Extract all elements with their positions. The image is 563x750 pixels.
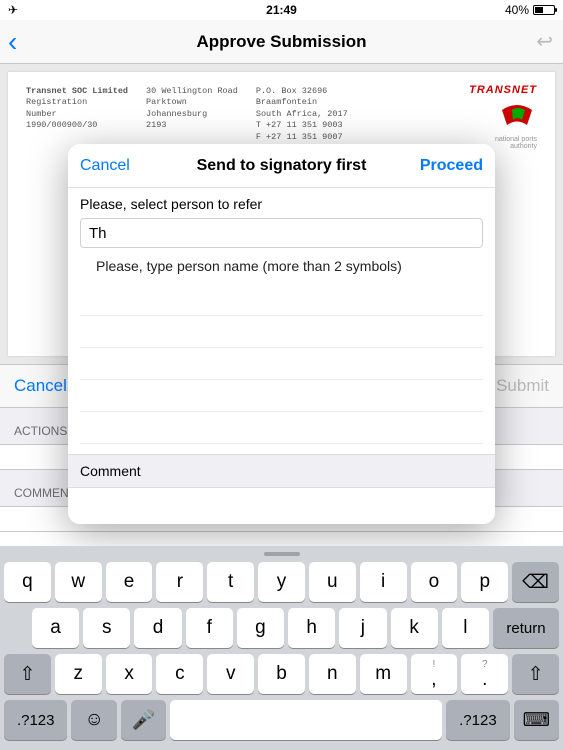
list-item <box>80 380 483 412</box>
key-o[interactable]: o <box>411 562 458 602</box>
key-r[interactable]: r <box>156 562 203 602</box>
person-search-input[interactable] <box>80 218 483 248</box>
key-x[interactable]: x <box>106 654 153 694</box>
key-y[interactable]: y <box>258 562 305 602</box>
modal-cancel-button[interactable]: Cancel <box>80 157 130 175</box>
key-mic[interactable]: 🎤 <box>121 700 166 740</box>
under-submit-button: Submit <box>496 376 549 396</box>
doc-company: Transnet SOC Limited <box>26 86 128 97</box>
keyboard-handle[interactable] <box>264 552 300 556</box>
key-w[interactable]: w <box>55 562 102 602</box>
back-button[interactable]: ‹ <box>8 28 17 56</box>
key-p[interactable]: p <box>461 562 508 602</box>
key-g[interactable]: g <box>237 608 284 648</box>
modal-proceed-button[interactable]: Proceed <box>420 157 483 175</box>
key-l[interactable]: l <box>442 608 489 648</box>
key-dismiss-keyboard[interactable]: ⌨ <box>514 700 559 740</box>
status-bar: ✈︎ 21:49 40% <box>0 0 563 20</box>
list-item <box>80 316 483 348</box>
key-space[interactable] <box>170 700 442 740</box>
key-period[interactable]: ?. <box>461 654 508 694</box>
keyboard-row-1: q w e r t y u i o p ⌫ <box>4 562 559 602</box>
key-e[interactable]: e <box>106 562 153 602</box>
nav-bar: ‹ Approve Submission ↩︎ <box>0 20 563 64</box>
key-c[interactable]: c <box>156 654 203 694</box>
list-item <box>80 412 483 444</box>
battery-percent: 40% <box>505 3 529 17</box>
key-v[interactable]: v <box>207 654 254 694</box>
status-time: 21:49 <box>266 3 297 17</box>
key-return[interactable]: return <box>493 608 559 648</box>
key-q[interactable]: q <box>4 562 51 602</box>
airplane-icon: ✈︎ <box>8 3 18 17</box>
key-j[interactable]: j <box>339 608 386 648</box>
battery-icon <box>533 5 555 15</box>
key-shift-right[interactable]: ⇧ <box>512 654 559 694</box>
key-d[interactable]: d <box>134 608 181 648</box>
key-comma[interactable]: !, <box>411 654 458 694</box>
key-emoji[interactable]: ☺ <box>71 700 116 740</box>
key-s[interactable]: s <box>83 608 130 648</box>
list-item <box>80 348 483 380</box>
key-t[interactable]: t <box>207 562 254 602</box>
key-n[interactable]: n <box>309 654 356 694</box>
key-b[interactable]: b <box>258 654 305 694</box>
brand-logo: TRANSNET national portsauthority <box>469 84 537 150</box>
keyboard-row-2: a s d f g h j k l return <box>4 608 559 648</box>
key-f[interactable]: f <box>186 608 233 648</box>
comment-label: Comment <box>68 454 495 488</box>
under-cancel-button[interactable]: Cancel <box>14 376 67 396</box>
key-z[interactable]: z <box>55 654 102 694</box>
list-item <box>80 284 483 316</box>
key-u[interactable]: u <box>309 562 356 602</box>
modal-title: Send to signatory first <box>197 157 367 175</box>
share-icon[interactable]: ↩︎ <box>536 29 553 54</box>
select-person-label: Please, select person to refer <box>80 196 483 212</box>
search-hint: Please, type person name (more than 2 sy… <box>80 248 483 284</box>
key-shift-left[interactable]: ⇧ <box>4 654 51 694</box>
key-numbers-left[interactable]: .?123 <box>4 700 67 740</box>
comment-input[interactable] <box>68 488 495 524</box>
keyboard-row-4: .?123 ☺ 🎤 .?123 ⌨ <box>4 700 559 740</box>
key-backspace[interactable]: ⌫ <box>512 562 559 602</box>
key-i[interactable]: i <box>360 562 407 602</box>
send-signatory-modal: Cancel Send to signatory first Proceed P… <box>68 144 495 524</box>
key-a[interactable]: a <box>32 608 79 648</box>
keyboard-row-3: ⇧ z x c v b n m !, ?. ⇧ <box>4 654 559 694</box>
key-m[interactable]: m <box>360 654 407 694</box>
keyboard: q w e r t y u i o p ⌫ a s d f g h j k l … <box>0 546 563 750</box>
key-numbers-right[interactable]: .?123 <box>446 700 509 740</box>
key-h[interactable]: h <box>288 608 335 648</box>
page-title: Approve Submission <box>196 32 366 52</box>
key-k[interactable]: k <box>391 608 438 648</box>
